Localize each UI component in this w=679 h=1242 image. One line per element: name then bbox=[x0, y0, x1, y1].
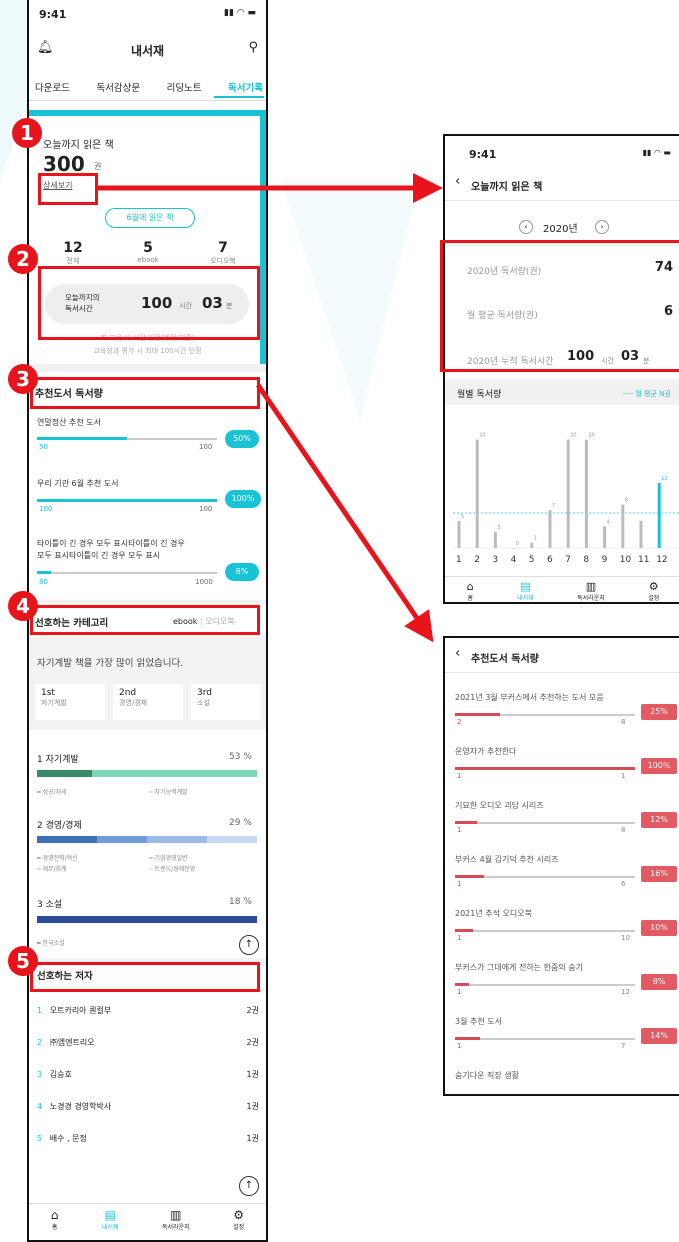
arrow-to-recommend bbox=[255, 383, 434, 643]
annotation-arrows bbox=[98, 173, 443, 643]
